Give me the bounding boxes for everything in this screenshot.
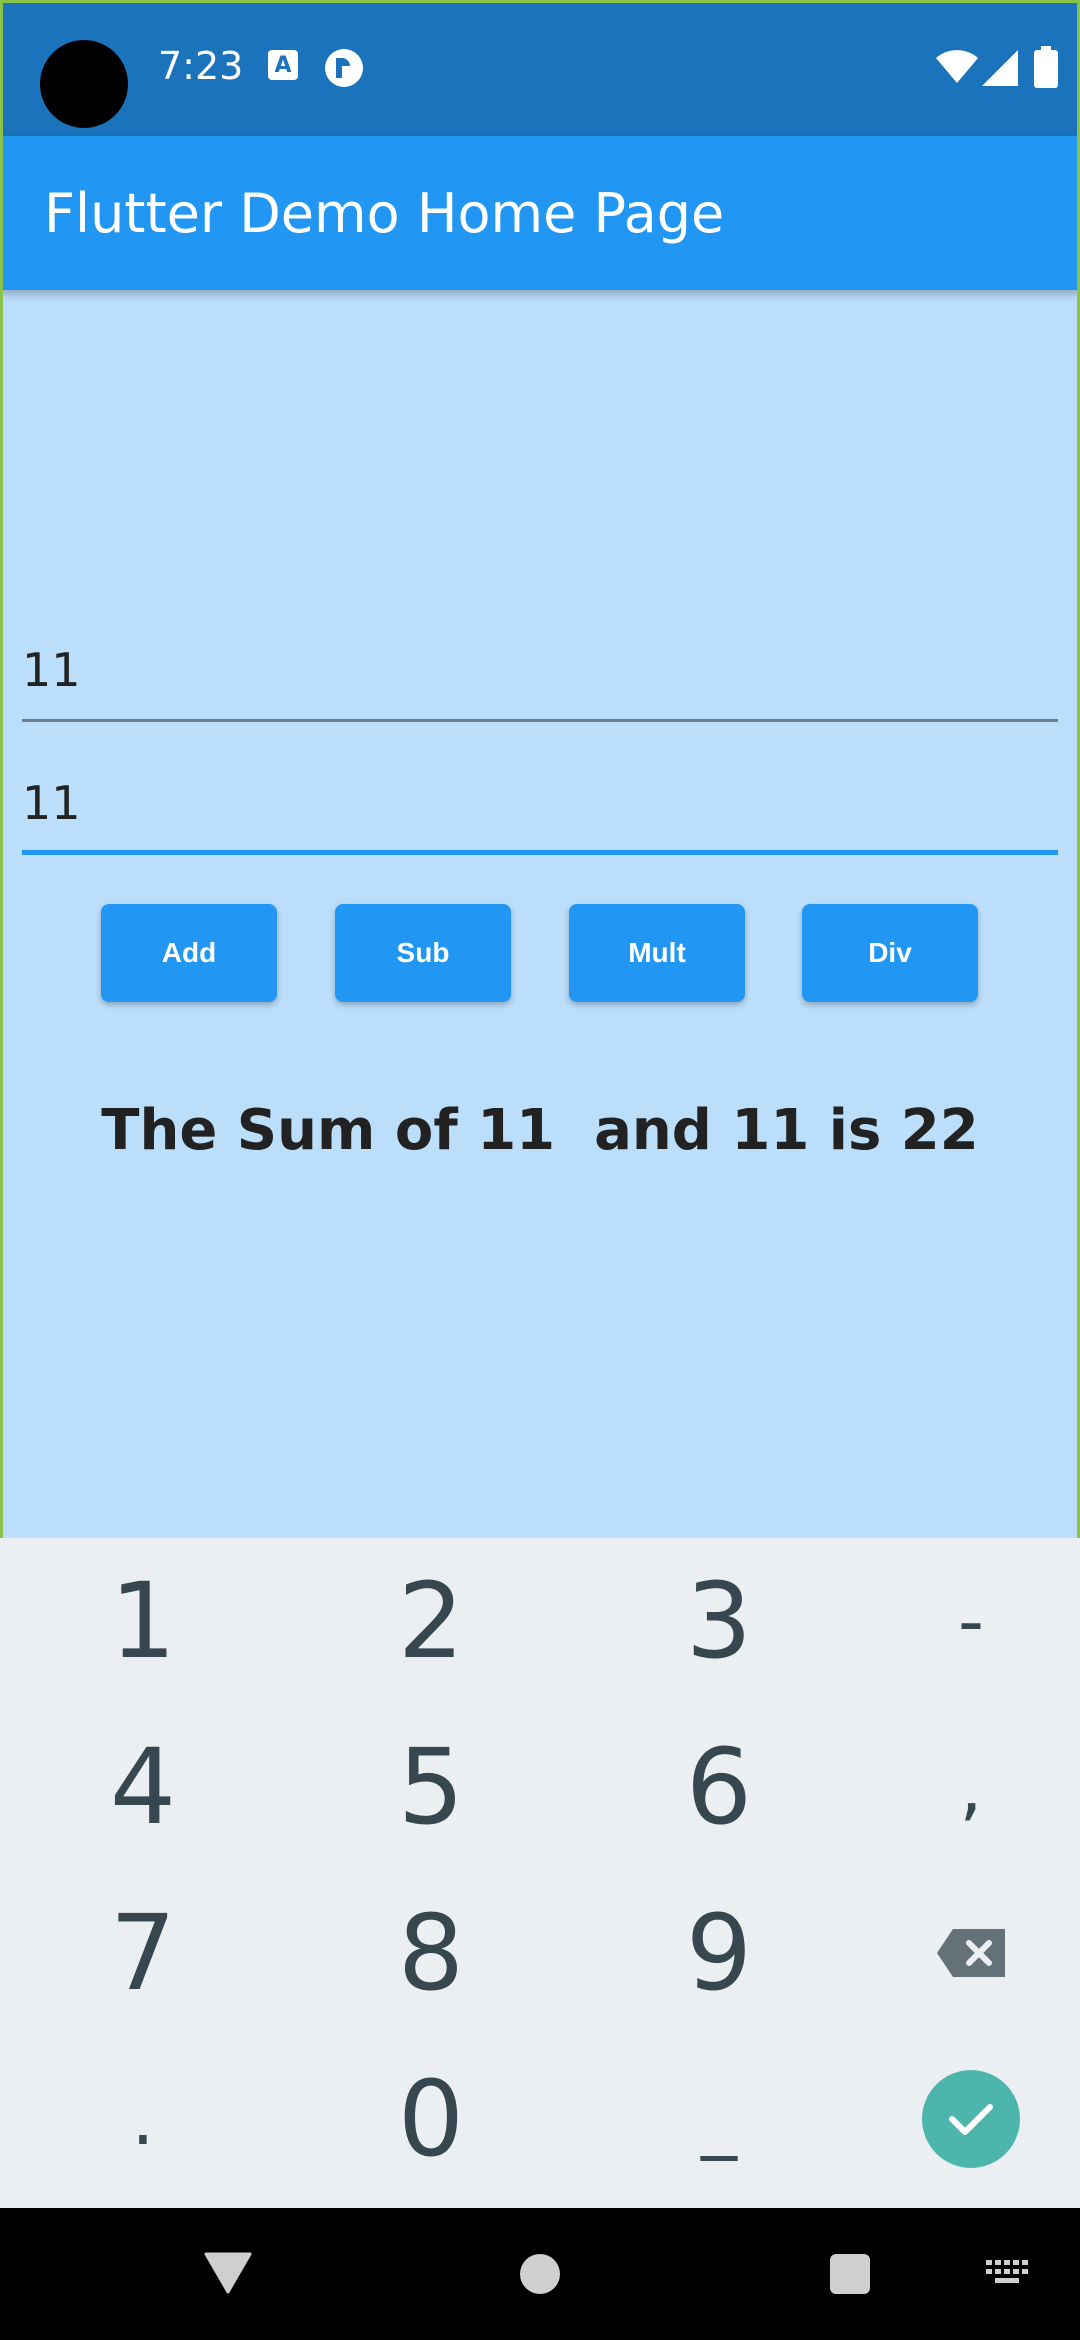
second-number-field[interactable]: [22, 755, 1058, 855]
first-number-input[interactable]: [22, 622, 1058, 718]
done-key[interactable]: [836, 2036, 1080, 2202]
key-2[interactable]: 2: [296, 1538, 566, 1704]
key-9[interactable]: 9: [584, 1870, 854, 2036]
checkmark-icon: [949, 2104, 993, 2135]
key-underscore[interactable]: _: [584, 2036, 854, 2202]
numeric-keyboard: 1 2 3 - 4 5 6 , 7 8 9 . 0 _: [0, 1538, 1080, 2208]
div-button[interactable]: Div: [802, 904, 978, 1002]
camera-cutout: [40, 40, 128, 128]
accessibility-a-icon: A: [268, 50, 298, 80]
status-time: 7:23: [158, 44, 244, 88]
key-0[interactable]: 0: [296, 2036, 566, 2202]
recents-icon[interactable]: [830, 2254, 870, 2294]
back-icon[interactable]: [204, 2252, 252, 2294]
key-6[interactable]: 6: [584, 1704, 854, 1870]
app-bar: Flutter Demo Home Page: [0, 136, 1080, 290]
status-bar: 7:23 A: [0, 0, 1080, 136]
home-icon[interactable]: [520, 2254, 560, 2294]
key-minus[interactable]: -: [836, 1538, 1080, 1704]
wifi-icon: [936, 50, 978, 83]
key-8[interactable]: 8: [296, 1870, 566, 2036]
page-title: Flutter Demo Home Page: [44, 182, 725, 245]
signal-icon: [982, 50, 1018, 86]
backspace-key[interactable]: [836, 1870, 1080, 2036]
key-7[interactable]: 7: [8, 1870, 278, 2036]
key-1[interactable]: 1: [8, 1538, 278, 1704]
key-period[interactable]: .: [8, 2036, 278, 2202]
result-text: The Sum of 11 and 11 is 22: [101, 1098, 979, 1163]
backspace-icon: [937, 1929, 1005, 1977]
key-comma[interactable]: ,: [836, 1704, 1080, 1870]
key-3[interactable]: 3: [584, 1538, 854, 1704]
add-button[interactable]: Add: [101, 904, 277, 1002]
navigation-bar: [0, 2208, 1080, 2340]
second-number-input[interactable]: [22, 755, 1058, 851]
battery-icon: [1034, 46, 1058, 88]
mult-button[interactable]: Mult: [569, 904, 745, 1002]
key-4[interactable]: 4: [8, 1704, 278, 1870]
done-button[interactable]: [922, 2070, 1020, 2168]
key-5[interactable]: 5: [296, 1704, 566, 1870]
sub-button[interactable]: Sub: [335, 904, 511, 1002]
first-number-field[interactable]: [22, 622, 1058, 722]
r-notification-icon: [325, 49, 363, 87]
keyboard-icon[interactable]: [986, 2260, 1030, 2288]
